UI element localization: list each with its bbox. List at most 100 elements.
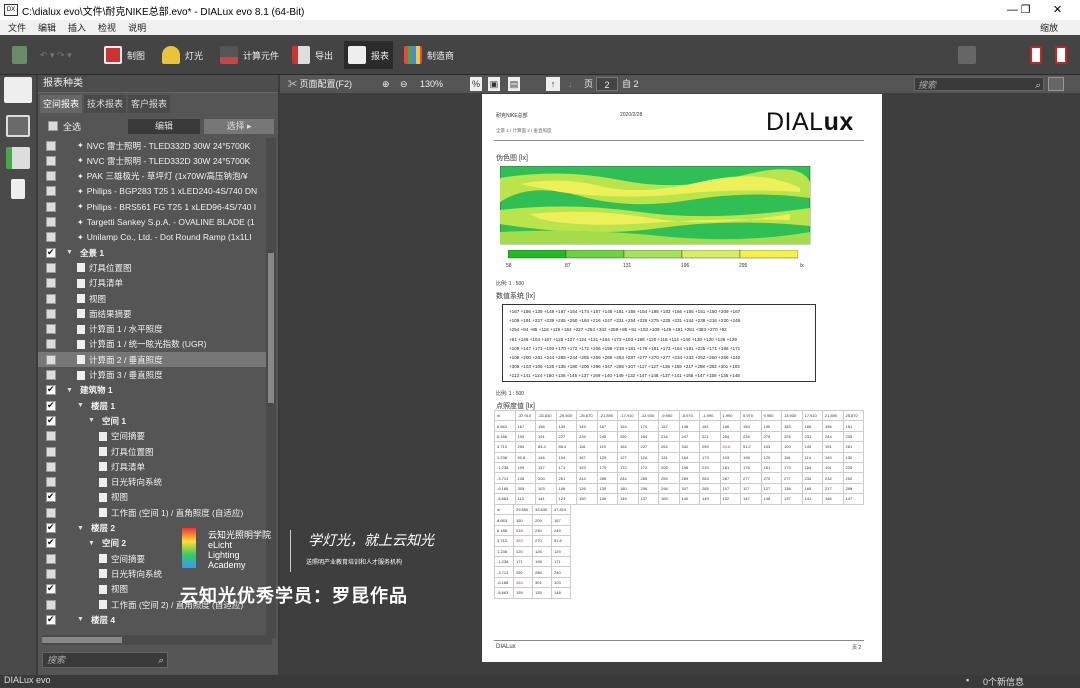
tree-item-checkbox[interactable] (46, 171, 56, 182)
expand-icon[interactable]: ▼ (88, 417, 96, 424)
tree-item[interactable]: 计算面 1 / 水平照度 (38, 322, 266, 337)
tree-item[interactable]: ✦ NVC 雷士照明 - TLED332D 30W 24°5700K (38, 153, 266, 168)
tree-item-checkbox[interactable] (46, 354, 56, 365)
percent-icon[interactable]: % (470, 77, 482, 91)
zoom-in-icon[interactable]: ⊕ (382, 77, 390, 91)
tree-item[interactable]: ▼ 建筑物 1 (38, 383, 266, 398)
tree-item[interactable]: 计算面 3 / 垂直照度 (38, 368, 266, 383)
tree-item-checkbox[interactable] (46, 262, 56, 273)
tree-item[interactable]: ▼ 全景 1 (38, 245, 266, 260)
tree-item-checkbox[interactable] (46, 431, 56, 442)
tree-item[interactable]: 视图 (38, 291, 266, 306)
settings-red-icon[interactable] (1055, 43, 1072, 67)
ribbon-light[interactable]: 灯光 (162, 43, 203, 67)
tree-item[interactable]: ✦ Targetti Sankey S.p.A. - OVALINE BLADE … (38, 215, 266, 230)
tree-item-checkbox[interactable] (46, 186, 56, 197)
tree-item-checkbox[interactable] (46, 400, 56, 411)
tree-item-checkbox[interactable] (46, 446, 56, 457)
menu-insert[interactable]: 插入 (68, 21, 86, 34)
tree-item-checkbox[interactable] (46, 523, 56, 533)
tab-client-report[interactable]: 客户报表 (128, 95, 171, 113)
expand-icon[interactable]: ▼ (77, 525, 85, 532)
tree-item-checkbox[interactable] (46, 232, 56, 243)
page-config-button[interactable]: ✂ 页面配置(F2) (288, 77, 352, 91)
tree-item-checkbox[interactable] (46, 553, 56, 564)
tree-item-checkbox[interactable] (46, 278, 56, 289)
tree-horizontal-scrollbar[interactable] (42, 635, 272, 645)
tree-item-checkbox[interactable] (46, 201, 56, 212)
tree-item[interactable]: ▼ 空间 1 (38, 413, 266, 428)
tree-item-checkbox[interactable] (46, 415, 56, 426)
tree-item-checkbox[interactable] (46, 538, 56, 549)
close-button[interactable]: ✕ (1035, 0, 1080, 20)
page-icon[interactable] (11, 179, 25, 199)
tree-item[interactable]: 日光转向系统 (38, 475, 266, 490)
ribbon-manufacturer[interactable]: 制造商 (404, 43, 454, 67)
tree-item-checkbox[interactable] (46, 324, 56, 335)
expand-icon[interactable]: ▼ (77, 616, 85, 623)
tree-item-checkbox[interactable] (46, 492, 56, 503)
ribbon-export[interactable]: 导出 (292, 43, 333, 67)
tree-item[interactable]: 面结果摘要 (38, 306, 266, 321)
choose-button[interactable]: 选择 ▸ (204, 118, 274, 134)
panel-search-input[interactable]: 搜索 ⌕ (42, 652, 168, 668)
tree-view-icon[interactable] (4, 77, 32, 103)
tree-item-checkbox[interactable] (46, 293, 56, 304)
tree-item[interactable]: 视图 (38, 490, 266, 505)
tree-item-checkbox[interactable] (46, 614, 56, 625)
delete-icon[interactable] (1030, 43, 1047, 67)
tree-item-checkbox[interactable] (46, 461, 56, 472)
tree-item[interactable]: ✦ PAK 三雄极光 - 草坪灯 (1x70W/高压钠泡/¥ (38, 169, 266, 184)
menu-file[interactable]: 文件 (8, 21, 26, 34)
tree-item[interactable]: 计算面 2 / 垂直照度 (38, 352, 266, 368)
undo-redo-icons[interactable]: ↶ ▾ ↷ ▾ (40, 43, 90, 67)
menu-zoom[interactable]: 缩放 (1040, 21, 1058, 34)
export-doc-icon[interactable] (1048, 77, 1064, 91)
tree-item-checkbox[interactable] (46, 568, 56, 579)
tree-item-checkbox[interactable] (46, 140, 56, 151)
save-icon[interactable] (12, 43, 32, 67)
page-up-icon[interactable]: ↑ (546, 77, 560, 91)
status-messages[interactable]: 0个新信息 (983, 675, 1024, 688)
ribbon-draw[interactable]: 制图 (104, 43, 145, 67)
tree-item-checkbox[interactable] (46, 599, 56, 610)
tree-item-checkbox[interactable] (46, 477, 56, 488)
tree-item-checkbox[interactable] (46, 155, 56, 166)
tree-item-checkbox[interactable] (46, 217, 56, 227)
tree-item-checkbox[interactable] (46, 339, 56, 350)
tree-item-checkbox[interactable] (46, 370, 56, 380)
page-down-icon[interactable]: ↓ (568, 77, 573, 91)
tab-technical-report[interactable]: 技术报表 (84, 95, 127, 113)
doc-search-input[interactable]: 搜索 ⌕ (914, 77, 1044, 91)
tree-item[interactable]: 工作面 (空间 1) / 直角照度 (自适应) (38, 505, 266, 520)
ribbon-report[interactable]: 报表 (344, 41, 394, 69)
tree-item-checkbox[interactable] (46, 247, 56, 258)
tree-item-checkbox[interactable] (46, 507, 56, 518)
menu-help[interactable]: 说明 (128, 21, 146, 34)
expand-icon[interactable]: ▼ (66, 249, 74, 256)
tree-item[interactable]: ✦ Philips - BRS561 FG T25 1 xLED96-4S/740… (38, 199, 266, 214)
select-all-checkbox[interactable] (48, 121, 58, 131)
list-icon[interactable] (6, 147, 30, 169)
ribbon-calc-elements[interactable]: 计算元件 (220, 43, 279, 67)
tree-item-checkbox[interactable] (46, 584, 56, 595)
tab-room-report[interactable]: 空间报表 (40, 95, 83, 113)
menu-view[interactable]: 检视 (98, 21, 116, 34)
expand-icon[interactable]: ▼ (88, 540, 96, 547)
fit-page-icon[interactable]: ▣ (488, 77, 500, 91)
edit-button[interactable]: 编辑 (128, 118, 200, 134)
single-page-icon[interactable]: ▤ (508, 77, 520, 91)
tree-item-checkbox[interactable] (46, 308, 56, 319)
expand-icon[interactable]: ▼ (66, 387, 74, 394)
tree-item-checkbox[interactable] (46, 385, 56, 396)
tree-item[interactable]: 计算面 1 / 统一眩光指数 (UGR) (38, 337, 266, 352)
menu-edit[interactable]: 编辑 (38, 21, 56, 34)
tree-item[interactable]: 灯具位置图 (38, 444, 266, 459)
page-number-input[interactable]: 2 (596, 77, 618, 91)
documents-icon[interactable] (6, 115, 30, 137)
tree-item[interactable]: 灯具清单 (38, 459, 266, 474)
tree-item[interactable]: ▼ 楼层 1 (38, 398, 266, 413)
tree-item[interactable]: ✦ NVC 雷士照明 - TLED332D 30W 24°5700K (38, 138, 266, 153)
tree-item[interactable]: 空间摘要 (38, 429, 266, 444)
expand-icon[interactable]: ▼ (77, 402, 85, 409)
